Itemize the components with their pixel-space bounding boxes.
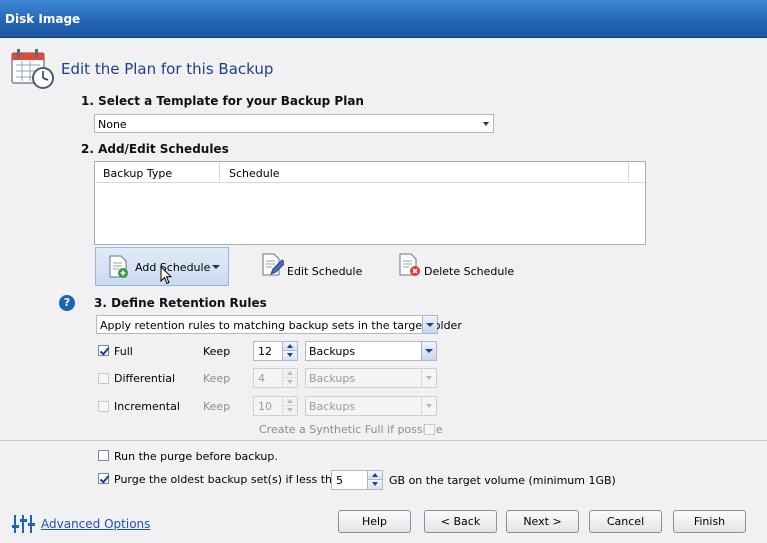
incremental-label: Incremental [114, 400, 180, 413]
spin-down-icon[interactable] [282, 406, 297, 415]
advanced-options-icon[interactable] [11, 514, 37, 537]
purge-oldest-label: Purge the oldest backup set(s) if less t… [114, 473, 346, 486]
advanced-options-link[interactable]: Advanced Options [41, 517, 150, 531]
next-button[interactable]: Next > [506, 510, 579, 533]
run-purge-checkbox[interactable] [98, 450, 109, 461]
spin-down-icon[interactable] [282, 378, 297, 387]
incremental-checkbox[interactable] [98, 401, 109, 412]
spin-down-icon[interactable] [282, 351, 297, 360]
edit-schedule-label: Edit Schedule [287, 265, 363, 278]
chevron-down-icon [421, 369, 436, 387]
template-select-value: None [98, 118, 127, 131]
full-keep-label: Keep [203, 345, 231, 358]
differential-keep-label: Keep [203, 372, 231, 385]
delete-schedule-label: Delete Schedule [424, 265, 515, 278]
purge-gb-value: 5 [336, 474, 343, 487]
calendar-clock-icon [10, 47, 56, 91]
spin-up-icon[interactable] [282, 369, 297, 378]
title-bar: Disk Image [0, 0, 767, 38]
purge-oldest-checkbox[interactable] [98, 473, 109, 484]
column-divider [219, 162, 220, 183]
differential-checkbox[interactable] [98, 373, 109, 384]
column-header-schedule[interactable]: Schedule [229, 167, 280, 180]
incremental-unit-select[interactable]: Backups [305, 396, 437, 416]
chevron-down-icon[interactable] [212, 265, 220, 269]
full-unit-value: Backups [309, 345, 356, 358]
differential-label: Differential [114, 372, 176, 385]
differential-count-value: 4 [258, 372, 265, 385]
run-purge-label: Run the purge before backup. [114, 450, 278, 463]
differential-count-stepper[interactable]: 4 [253, 368, 298, 388]
purge-gb-suffix: GB on the target volume (minimum 1GB) [389, 474, 616, 487]
full-unit-select[interactable]: Backups [305, 341, 437, 361]
differential-unit-value: Backups [309, 372, 356, 385]
back-button[interactable]: < Back [424, 510, 497, 533]
retention-rule-select[interactable]: Apply retention rules to matching backup… [96, 315, 462, 334]
schedules-table[interactable]: Backup Type Schedule [94, 161, 646, 245]
full-count-value: 12 [258, 345, 272, 358]
chevron-down-icon [422, 316, 437, 333]
section1-title: 1. Select a Template for your Backup Pla… [81, 94, 364, 108]
divider [0, 440, 767, 441]
table-header: Backup Type Schedule [95, 162, 645, 183]
retention-rule-value: Apply retention rules to matching backup… [100, 319, 462, 332]
help-question-icon[interactable]: ? [59, 295, 75, 311]
incremental-keep-label: Keep [203, 400, 231, 413]
column-header-backup-type[interactable]: Backup Type [103, 167, 172, 180]
edit-schedule-icon [262, 253, 286, 280]
incremental-unit-value: Backups [309, 400, 356, 413]
synthetic-full-checkbox[interactable] [424, 424, 435, 435]
column-divider [628, 162, 629, 183]
mouse-cursor-icon [160, 265, 174, 289]
synthetic-full-label: Create a Synthetic Full if possible [259, 423, 443, 436]
full-count-stepper[interactable]: 12 [253, 341, 298, 361]
add-schedule-button[interactable]: Add Schedule [95, 247, 229, 286]
finish-button[interactable]: Finish [673, 510, 746, 533]
spin-up-icon[interactable] [367, 471, 382, 480]
full-checkbox[interactable] [98, 345, 109, 356]
chevron-down-icon [421, 342, 436, 360]
add-schedule-icon [108, 255, 130, 282]
cancel-button[interactable]: Cancel [589, 510, 662, 533]
incremental-count-value: 10 [258, 400, 272, 413]
incremental-count-stepper[interactable]: 10 [253, 396, 298, 416]
purge-gb-stepper[interactable]: 5 [331, 470, 383, 490]
chevron-down-icon [421, 397, 436, 415]
chevron-down-icon [483, 122, 489, 126]
spin-up-icon[interactable] [282, 397, 297, 406]
full-label: Full [114, 345, 133, 358]
window-title: Disk Image [5, 12, 81, 26]
page-title: Edit the Plan for this Backup [61, 60, 274, 78]
spin-down-icon[interactable] [367, 480, 382, 489]
section2-title: 2. Add/Edit Schedules [81, 142, 229, 156]
template-select[interactable]: None [94, 114, 494, 133]
delete-schedule-icon [399, 253, 421, 280]
spin-up-icon[interactable] [282, 342, 297, 351]
differential-unit-select[interactable]: Backups [305, 368, 437, 388]
help-button[interactable]: Help [338, 510, 411, 533]
section3-title: 3. Define Retention Rules [94, 296, 267, 310]
